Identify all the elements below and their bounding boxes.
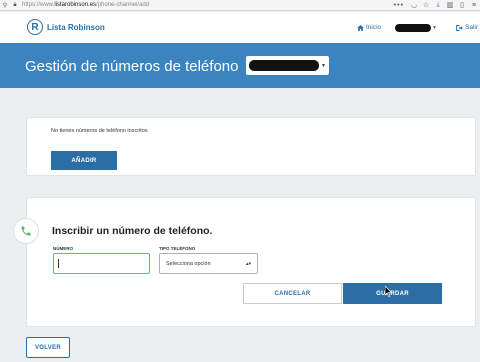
add-button[interactable]: AÑADIR bbox=[51, 151, 117, 170]
phone-type-select[interactable]: Selecciona opción ▴▾ bbox=[159, 253, 258, 274]
form-title: Inscribir un número de teléfono. bbox=[52, 225, 213, 237]
lock-icon: 🔒︎ bbox=[13, 1, 17, 8]
text-cursor bbox=[58, 259, 59, 268]
nav-exit-link[interactable]: Salir bbox=[456, 24, 478, 31]
phone-type-label: TIPO TELÉFONO bbox=[159, 246, 196, 251]
phone-icon bbox=[21, 226, 31, 236]
back-button[interactable]: VOLVER bbox=[26, 337, 70, 358]
logo-text: Lista Robinson bbox=[47, 22, 105, 32]
logout-icon bbox=[456, 24, 463, 31]
logo-mark-icon: R bbox=[27, 19, 43, 35]
site-header: R Lista Robinson Inicio ▼ Salir bbox=[0, 12, 480, 43]
cancel-button[interactable]: CANCELAR bbox=[243, 283, 342, 304]
user-name-redacted bbox=[395, 23, 431, 32]
library-icon[interactable]: ▥ bbox=[444, 1, 456, 9]
site-logo[interactable]: R Lista Robinson bbox=[27, 19, 105, 35]
sidebar-icon[interactable]: ▯ bbox=[456, 1, 468, 9]
nav-home-label: Inicio bbox=[366, 24, 382, 31]
page-title: Gestión de números de teléfono bbox=[25, 58, 239, 75]
number-label: NÚMERO bbox=[53, 246, 73, 251]
phone-select-redacted bbox=[249, 60, 320, 71]
mouse-pointer-icon bbox=[385, 286, 393, 297]
home-icon bbox=[357, 24, 364, 31]
menu-icon[interactable]: ≡ bbox=[468, 2, 480, 9]
bookmark-star-icon[interactable]: ☆ bbox=[420, 1, 432, 9]
empty-list-message: No tienes números de teléfono inscritos bbox=[51, 128, 148, 134]
key-icon: ⚲ bbox=[2, 2, 8, 9]
nav-exit-label: Salir bbox=[465, 24, 479, 31]
browser-toolbar: ⚲ 🔒︎ https://www.listarobinson.es/phone-… bbox=[0, 0, 480, 11]
url-path: /phone-channel/add bbox=[96, 2, 150, 8]
address-bar[interactable]: https://www.listarobinson.es/phone-chann… bbox=[22, 2, 149, 8]
chevron-down-icon: ▼ bbox=[432, 24, 437, 31]
pocket-icon[interactable]: ◡ bbox=[408, 1, 420, 9]
page-banner: Gestión de números de teléfono bbox=[0, 43, 480, 88]
download-icon[interactable]: ⤓ bbox=[432, 1, 444, 9]
user-menu-dropdown[interactable]: ▼ bbox=[395, 23, 439, 32]
nav-home-link[interactable]: Inicio bbox=[357, 24, 381, 31]
chevron-updown-icon: ▴▾ bbox=[245, 260, 251, 267]
url-host: listarobinson.es bbox=[54, 2, 97, 8]
phone-number-input[interactable] bbox=[53, 253, 150, 274]
phone-badge bbox=[13, 218, 39, 244]
chevron-down-icon: ▼ bbox=[321, 62, 326, 69]
url-prefix: https://www. bbox=[22, 2, 55, 8]
page-actions-icon[interactable]: ••• bbox=[394, 2, 404, 9]
phone-type-selected-value: Selecciona opción bbox=[166, 260, 211, 267]
phone-number-select[interactable]: ▼ bbox=[246, 56, 329, 75]
